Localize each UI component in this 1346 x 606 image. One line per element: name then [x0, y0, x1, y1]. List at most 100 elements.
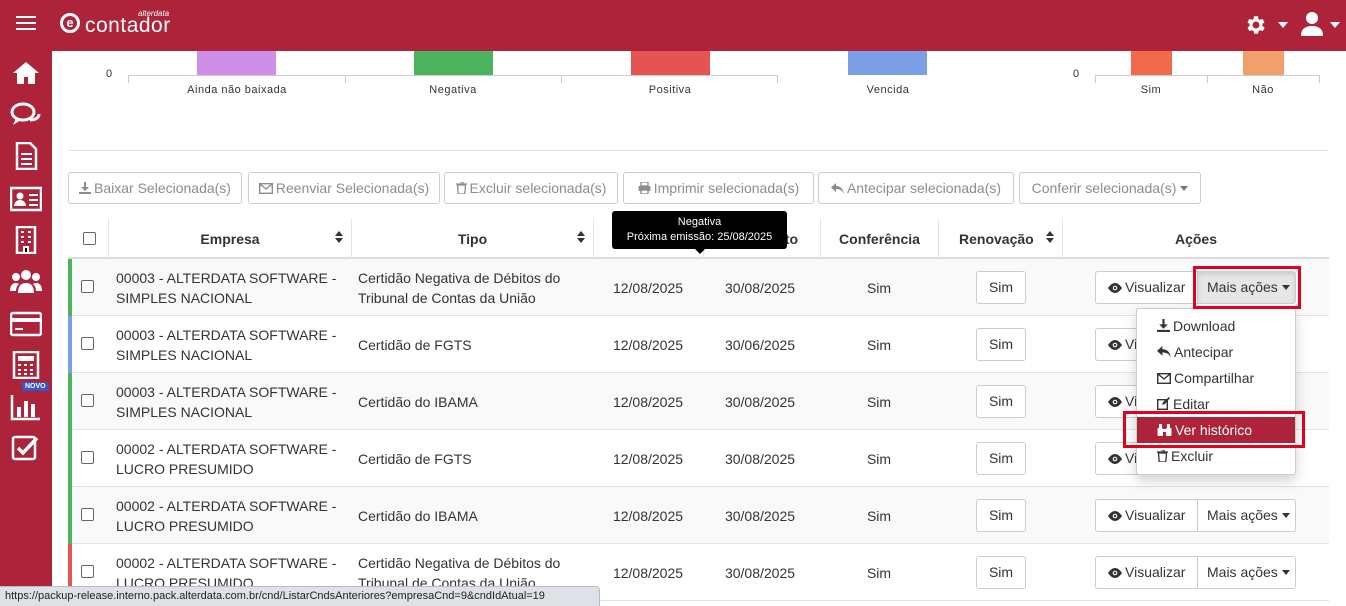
row-checkbox[interactable] [81, 508, 94, 521]
empresa-line-1: 00003 - ALTERDATA SOFTWARE - [116, 384, 337, 400]
header-tipo[interactable]: Tipo [351, 219, 593, 259]
reenviar-selecionadas-button[interactable]: Reenviar Selecionada(s) [248, 172, 440, 204]
tipo-line-1: Certidão do IBAMA [358, 394, 478, 410]
renovacao-button[interactable]: Sim [976, 271, 1026, 304]
baixar-selecionadas-button[interactable]: Baixar Selecionada(s) [68, 172, 242, 204]
chart-2-bar-sim[interactable] [1131, 51, 1172, 75]
chart-1-bar-ainda-nao-baixada[interactable] [197, 51, 276, 75]
status-stripe [68, 316, 72, 373]
document-icon[interactable] [10, 142, 42, 170]
excluir-selecionadas-button[interactable]: Excluir selecionada(s) [444, 172, 618, 204]
tipo-cell: Certidão de FGTS [358, 335, 588, 355]
antecipar-label: Antecipar selecionada(s) [846, 180, 1002, 196]
eye-icon [1108, 558, 1122, 589]
chart-1-bar-vencida[interactable] [848, 51, 927, 75]
vencimento-cell: 30/08/2025 [724, 508, 796, 524]
row-checkbox[interactable] [81, 394, 94, 407]
mais-acoes-dropdown: Download Antecipar Compartilhar Editar V… [1136, 308, 1296, 475]
menu-item-download[interactable]: Download [1137, 313, 1295, 339]
visualizar-label: Visualizar [1125, 564, 1186, 580]
bar-chart-icon[interactable] [10, 393, 42, 421]
excluir-label: Excluir selecionada(s) [469, 180, 607, 196]
menu-item-label: Antecipar [1174, 344, 1234, 360]
mais-acoes-button[interactable]: Mais ações [1198, 499, 1296, 532]
select-all-checkbox[interactable] [83, 232, 96, 245]
row-checkbox[interactable] [81, 280, 94, 293]
baixar-label: Baixar Selecionada(s) [94, 180, 231, 196]
conferencia-cell: Sim [866, 394, 892, 410]
visualizar-button[interactable]: Visualizar [1095, 271, 1198, 304]
status-tooltip: Negativa Próxima emissão: 25/08/2025 [612, 211, 787, 249]
user-avatar-icon[interactable] [1301, 11, 1323, 40]
emissao-cell: 12/08/2025 [612, 337, 684, 353]
tipo-line-1: Certidão de FGTS [358, 337, 472, 353]
visualizar-button[interactable]: Visualizar [1095, 499, 1198, 532]
row-checkbox[interactable] [81, 565, 94, 578]
menu-item-antecipar[interactable]: Antecipar [1137, 339, 1295, 365]
settings-gear-icon[interactable] [1244, 13, 1268, 40]
tipo-line-1: Certidão do IBAMA [358, 508, 478, 524]
calculator-icon[interactable] [10, 351, 42, 379]
settings-chevron-down-icon[interactable] [1278, 22, 1288, 28]
menu-item-label: Download [1173, 318, 1236, 334]
header-renovacao[interactable]: Renovação [938, 219, 1062, 259]
header-acoes: Ações [1062, 219, 1329, 259]
table-row[interactable]: 00002 - ALTERDATA SOFTWARE - LUCRO PRESUM… [68, 487, 1329, 544]
tipo-line-1: Certidão Negativa de Débitos do [358, 555, 561, 571]
hamburger-menu-icon[interactable] [16, 16, 36, 34]
chart-2-xlabel: Não [1252, 84, 1274, 96]
empresa-line-2: LUCRO PRESUMIDO [116, 461, 254, 477]
conferir-selecionadas-button[interactable]: Conferir selecionada(s) [1019, 172, 1201, 204]
reply-icon [830, 174, 844, 204]
envelope-icon [1156, 366, 1172, 392]
chart-1-bar-positiva[interactable] [631, 51, 710, 75]
status-stripe [68, 430, 72, 487]
tipo-line-1: Certidão Negativa de Débitos do [358, 270, 561, 286]
status-stripe [68, 487, 72, 544]
menu-item-label: Excluir [1171, 448, 1214, 464]
highlight-box-ver-historico [1123, 411, 1305, 448]
chat-icon[interactable] [10, 101, 42, 129]
mais-acoes-button[interactable]: Mais ações [1198, 556, 1296, 589]
chart-2-bar-nao[interactable] [1243, 51, 1284, 75]
empresa-cell: 00002 - ALTERDATA SOFTWARE - LUCRO PRESUM… [116, 439, 346, 479]
browser-status-bar: https://packup-release.interno.pack.alte… [0, 586, 600, 606]
header-renovacao-label: Renovação [959, 231, 1034, 247]
renovacao-button[interactable]: Sim [976, 442, 1026, 475]
empresa-line-2: SIMPLES NACIONAL [116, 290, 253, 306]
tipo-line-2: Tribunal de Contas da União [358, 290, 536, 306]
header-conferencia[interactable]: Conferência [820, 219, 938, 259]
header-conferencia-label: Conferência [839, 231, 920, 247]
row-checkbox[interactable] [81, 337, 94, 350]
id-card-icon[interactable] [10, 185, 42, 213]
chevron-down-icon [1180, 186, 1189, 191]
row-checkbox[interactable] [81, 451, 94, 464]
visualizar-label: Visualizar [1125, 279, 1186, 295]
imprimir-selecionadas-button[interactable]: Imprimir selecionada(s) [623, 172, 814, 204]
header-empresa-label: Empresa [200, 231, 260, 247]
visualizar-button[interactable]: Visualizar [1095, 556, 1198, 589]
checkbox-icon[interactable] [10, 434, 42, 462]
menu-item-compartilhar[interactable]: Compartilhar [1137, 365, 1295, 391]
credit-card-icon[interactable] [10, 310, 42, 338]
renovacao-button[interactable]: Sim [976, 328, 1026, 361]
user-chevron-down-icon[interactable] [1330, 22, 1340, 28]
chevron-down-icon [1281, 513, 1290, 518]
home-icon[interactable] [10, 59, 42, 87]
header-tipo-label: Tipo [457, 231, 488, 247]
building-icon[interactable] [10, 226, 42, 254]
renovacao-button[interactable]: Sim [976, 385, 1026, 418]
empresa-line-2: SIMPLES NACIONAL [116, 404, 253, 420]
header-empresa[interactable]: Empresa [108, 219, 351, 259]
sort-icon [335, 231, 343, 243]
antecipar-selecionadas-button[interactable]: Antecipar selecionada(s) [818, 172, 1014, 204]
conferencia-cell: Sim [866, 508, 892, 524]
logo-mark: e [60, 13, 80, 33]
chart-1-tick [777, 75, 778, 83]
download-icon [79, 174, 92, 204]
users-icon[interactable] [10, 267, 42, 295]
renovacao-button[interactable]: Sim [976, 499, 1026, 532]
chart-1-bar-negativa[interactable] [414, 51, 493, 75]
renovacao-button[interactable]: Sim [976, 556, 1026, 589]
empresa-cell: 00003 - ALTERDATA SOFTWARE - SIMPLES NACI… [116, 382, 346, 422]
